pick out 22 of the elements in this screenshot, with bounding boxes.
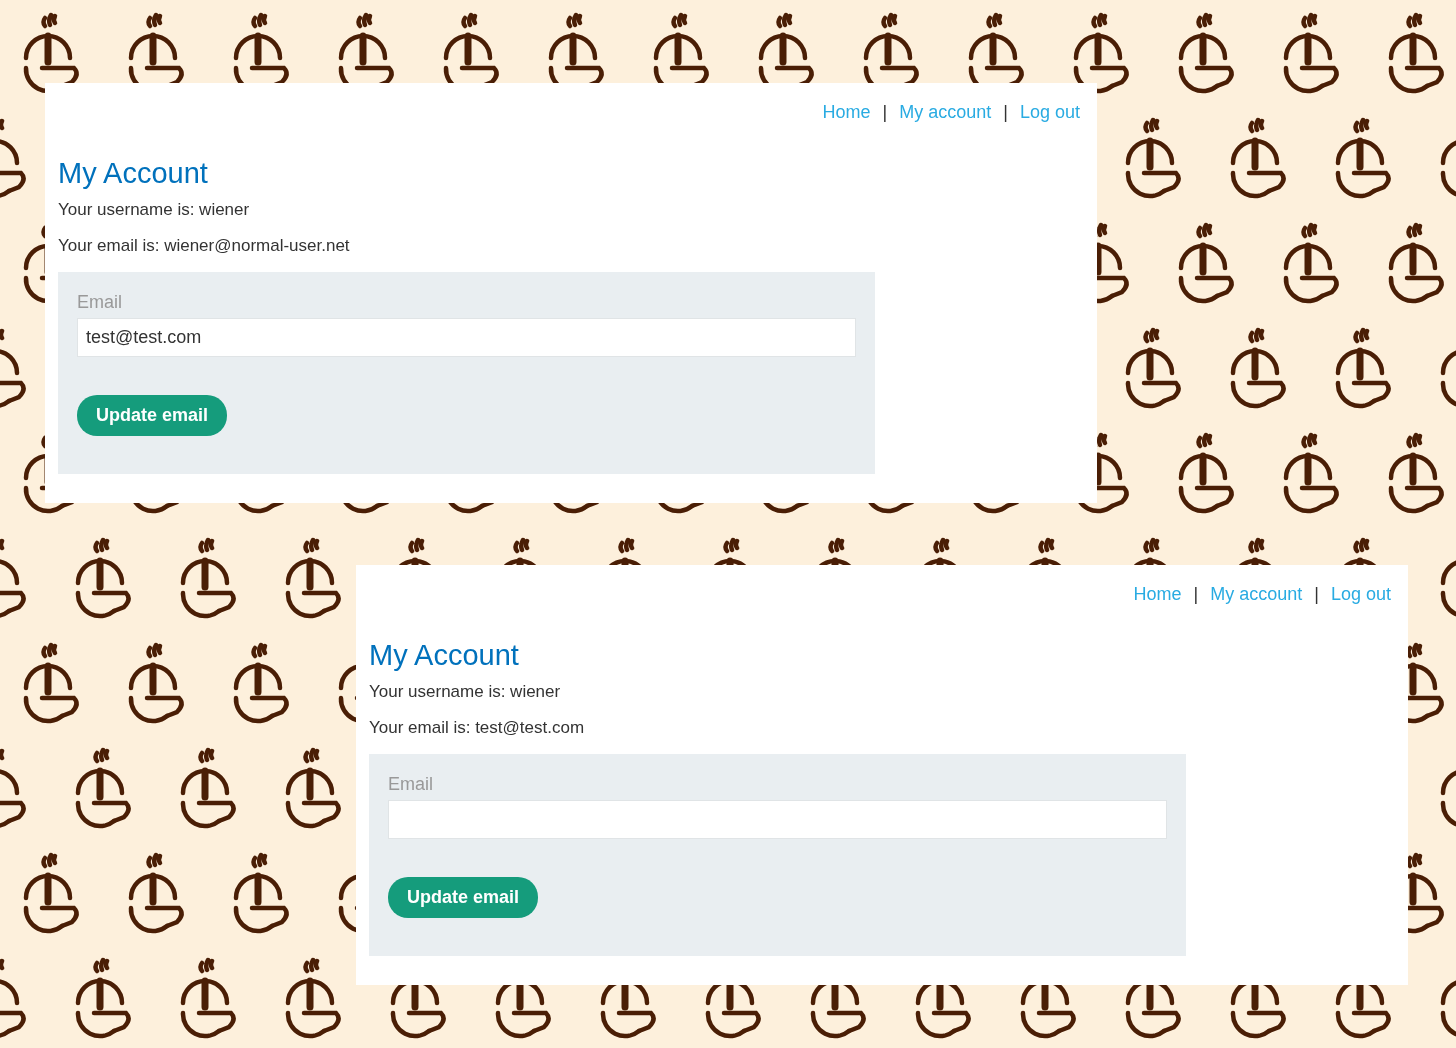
- email-field[interactable]: test@test.com: [77, 318, 856, 357]
- nav-link[interactable]: Log out: [1330, 583, 1391, 605]
- field-label: Email: [388, 774, 434, 795]
- info-text: Your username is: wiener: [58, 200, 251, 220]
- nav-link[interactable]: Home: [822, 101, 871, 123]
- separator: |: [1003, 101, 1008, 123]
- separator: |: [1193, 583, 1199, 605]
- nav-link[interactable]: My account: [899, 101, 992, 123]
- separator: |: [1314, 583, 1319, 605]
- field-label: Email: [77, 292, 123, 313]
- page-title: My Account: [58, 157, 209, 190]
- info-text: Your username is: wiener: [369, 682, 562, 702]
- update-email-button[interactable]: Update email: [388, 877, 539, 918]
- separator: |: [882, 101, 888, 123]
- update-email-button[interactable]: Update email: [77, 395, 228, 436]
- email-field[interactable]: [388, 800, 1167, 839]
- nav-link[interactable]: Home: [1133, 583, 1182, 605]
- nav-link[interactable]: Log out: [1019, 101, 1080, 123]
- info-text: Your email is: test@test.com: [369, 718, 586, 738]
- info-text: Your email is: wiener@normal-user.net: [58, 236, 351, 256]
- nav-link[interactable]: My account: [1210, 583, 1303, 605]
- page-title: My Account: [369, 639, 520, 672]
